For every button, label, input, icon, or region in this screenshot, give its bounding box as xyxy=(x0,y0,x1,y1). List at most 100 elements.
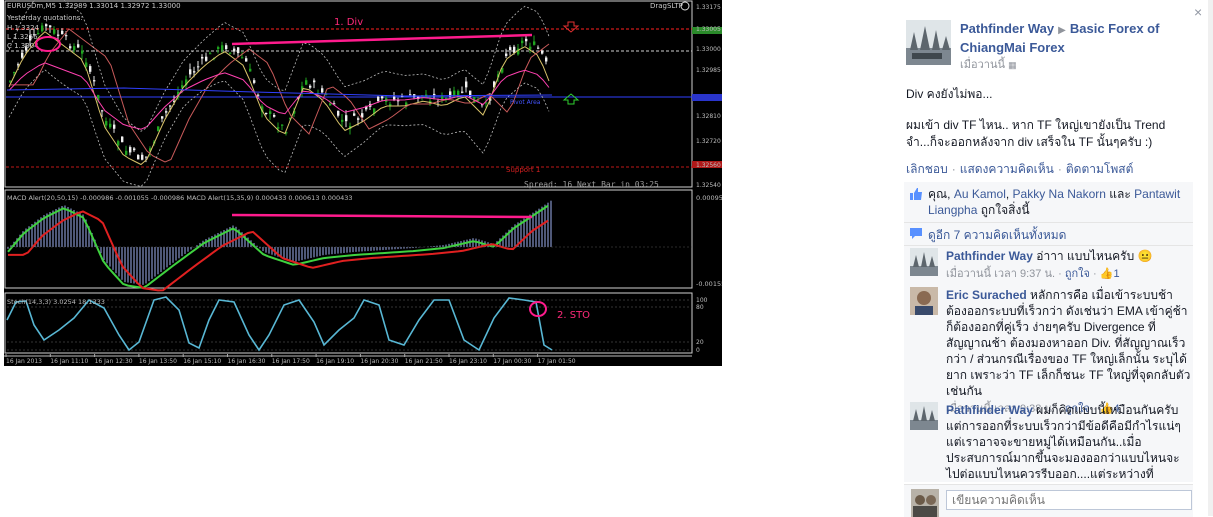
candle-body xyxy=(89,66,92,72)
time-label: 16 Jan 13:50 xyxy=(139,358,177,365)
group-avatar[interactable] xyxy=(906,20,951,65)
chart-symbol-header: EURUSDm,M5 1.32989 1.33014 1.32972 1.330… xyxy=(7,2,181,10)
candle-body xyxy=(81,50,84,54)
post-header: Pathfinder Way ▶ Basic Forex of ChiangMai … xyxy=(960,20,1180,56)
candle-body xyxy=(265,112,268,115)
yesterday-label: Yesterday quotations: xyxy=(6,14,83,22)
comment-author[interactable]: Pathfinder Way xyxy=(946,403,1033,417)
comments-list: Pathfinder Way อ่าาา แบบไหนครับ 😐 เมื่อว… xyxy=(904,246,1193,482)
candle-body xyxy=(533,41,536,45)
likes-bar: คุณ, Au Kamol, Pakky Na Nakorn และ Panta… xyxy=(904,182,1193,223)
candle-body xyxy=(225,45,228,50)
post-time-text[interactable]: เมื่อวานนี้ xyxy=(960,59,1005,71)
price-label: 1.33005 xyxy=(696,26,721,33)
candle-body xyxy=(169,105,172,107)
candle-body xyxy=(217,47,220,49)
candle-body xyxy=(49,25,52,28)
candle-body xyxy=(129,147,132,153)
candle-body xyxy=(353,113,356,116)
post-body: Div คงยังไม่พอ... ผมเข้า div TF ไหน.. หา… xyxy=(906,86,1186,165)
candle-body xyxy=(165,111,168,113)
time-label: 16 Jan 15:10 xyxy=(183,358,221,365)
candle-body xyxy=(105,121,108,126)
candle-body xyxy=(41,25,44,32)
time-label: 16 Jan 17:50 xyxy=(272,358,310,365)
time-label: 16 Jan 2013 xyxy=(6,358,42,365)
candle-body xyxy=(101,110,104,112)
candle-body xyxy=(117,141,120,146)
candle-body xyxy=(237,47,240,54)
close-button[interactable]: × xyxy=(1194,4,1202,20)
time-label: 16 Jan 16:30 xyxy=(228,358,266,365)
comment-meta: เมื่อวานนี้ เวลา 9:37 น. · ถูกใจ · 👍1 xyxy=(946,268,1120,280)
candle-body xyxy=(65,35,68,37)
candle-body xyxy=(357,118,360,120)
candle-body xyxy=(209,53,212,55)
candle-body xyxy=(233,48,236,52)
follow-post-link[interactable]: ติดตามโพสต์ xyxy=(1066,162,1134,176)
like-count[interactable]: 1 xyxy=(1113,268,1119,280)
candle-body xyxy=(393,96,396,100)
post-actions: เลิกชอบ · แสดงความคิดเห็น · ติดตามโพสต์ xyxy=(906,162,1134,176)
candle-body xyxy=(57,34,60,36)
candle-body xyxy=(73,46,76,51)
candle-body xyxy=(245,58,248,62)
candle-body xyxy=(253,80,256,83)
candle-body xyxy=(221,45,224,51)
macd-scale-bottom: -0.00155 xyxy=(696,280,722,288)
write-comment-bar xyxy=(904,484,1193,517)
avatar[interactable] xyxy=(910,248,938,276)
like-link[interactable]: ถูกใจ xyxy=(1065,268,1090,280)
candle-body xyxy=(21,52,24,58)
price-label: 1.33000 xyxy=(696,46,721,53)
candle-body xyxy=(161,116,164,119)
comment-link[interactable]: แสดงความคิดเห็น xyxy=(960,162,1054,176)
candle-body xyxy=(477,100,480,102)
post-author[interactable]: Pathfinder Way xyxy=(960,21,1054,36)
view-more-text[interactable]: ดูอีก 7 ความคิดเห็นทั้งหมด xyxy=(928,226,1066,245)
avatar[interactable] xyxy=(910,287,938,315)
candle-body xyxy=(513,46,516,53)
candle-body xyxy=(525,38,528,42)
time-label: 16 Jan 21:50 xyxy=(405,358,443,365)
unlike-link[interactable]: เลิกชอบ xyxy=(906,162,948,176)
price-tag xyxy=(692,94,722,101)
candle-body xyxy=(109,123,112,128)
candle-body xyxy=(121,136,124,143)
annotation-sto: 2. STO xyxy=(557,310,590,321)
yesterday-high: H 1.3324 xyxy=(7,24,40,32)
avatar[interactable] xyxy=(910,402,938,430)
candle-body xyxy=(337,110,340,116)
spread-info: Spread: 16 Next Bar in 03:25 xyxy=(524,180,659,189)
time-label: 16 Jan 23:10 xyxy=(449,358,487,365)
time-label: 16 Jan 12:30 xyxy=(95,358,133,365)
view-more-comments[interactable]: ดูอีก 7 ความคิดเห็นทั้งหมด xyxy=(904,223,1193,246)
yesterday-low: L 1.3256 xyxy=(7,33,38,41)
liker-2[interactable]: Pakky Na Nakorn xyxy=(1013,187,1106,201)
candle-body xyxy=(329,103,332,106)
time-label: 17 Jan 01:50 xyxy=(538,358,576,365)
candle-body xyxy=(133,148,136,151)
candle-body xyxy=(61,30,64,35)
comment-author[interactable]: Pathfinder Way xyxy=(946,249,1033,263)
liker-1[interactable]: Au Kamol xyxy=(954,187,1006,201)
comment-author[interactable]: Eric Surached xyxy=(946,288,1027,302)
scrollbar[interactable] xyxy=(1208,0,1213,516)
sto-scale-label: 0 xyxy=(696,347,700,354)
comment-input[interactable] xyxy=(946,490,1192,510)
comment-bubble-icon xyxy=(910,228,922,239)
sto-scale-label: 100 xyxy=(696,297,708,304)
candle-body xyxy=(241,57,244,59)
like-count-icon[interactable]: 👍 xyxy=(1100,268,1114,280)
candle-body xyxy=(313,80,316,83)
price-label: 1.32720 xyxy=(696,138,721,145)
candle-body xyxy=(13,72,16,74)
candle-body xyxy=(125,150,128,155)
candle-body xyxy=(85,62,88,67)
comment-text: หลักการคือ เมื่อเข้าระบบช้า ต้องออกระบบท… xyxy=(946,288,1191,398)
candle-body xyxy=(145,156,148,158)
candle-body xyxy=(321,88,324,93)
annotation-div: 1. Div xyxy=(334,17,363,28)
candle-body xyxy=(381,96,384,99)
candle-body xyxy=(113,124,116,129)
